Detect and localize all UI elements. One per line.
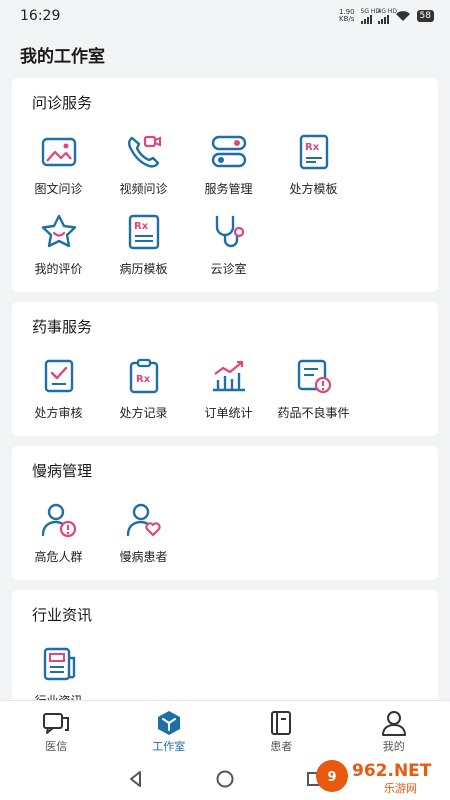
grid-item-cloud-clinic[interactable]: 云诊室 bbox=[186, 202, 271, 282]
chat-bubbles-icon bbox=[43, 713, 70, 734]
home-icon[interactable] bbox=[215, 769, 235, 789]
prescription-icon: Rx bbox=[299, 134, 328, 170]
document-warning-icon bbox=[297, 359, 331, 394]
status-icons: 1.90 KB/s 5G HD 4G HD 58 bbox=[338, 8, 434, 24]
grid-item-chronic-patients[interactable]: 慢病患者 bbox=[101, 490, 186, 570]
grid-item-rx-template[interactable]: Rx 处方模板 bbox=[271, 122, 356, 202]
tab-me[interactable]: 我的 bbox=[338, 701, 450, 758]
grid-item-record-template[interactable]: Rx 病历模板 bbox=[101, 202, 186, 282]
grid-item-industry-news[interactable]: 行业资讯 bbox=[16, 634, 101, 710]
grid-item-rx-records[interactable]: Rx 处方记录 bbox=[101, 346, 186, 426]
phone-video-icon bbox=[127, 135, 161, 168]
grid-item-high-risk[interactable]: 高危人群 bbox=[16, 490, 101, 570]
pharmacy-services-card: 药事服务 处方审核 Rx 处方记录 订单统计 药品不良事件 bbox=[12, 302, 438, 436]
checklist-icon bbox=[44, 359, 73, 393]
watermark-logo: 9 962.NET 乐游网 bbox=[314, 756, 444, 796]
clipboard-rx-icon: Rx bbox=[129, 358, 158, 394]
watermark-brand: 962.NET bbox=[352, 761, 432, 781]
grid-item-service-manage[interactable]: 服务管理 bbox=[186, 122, 271, 202]
battery-icon: 58 bbox=[416, 10, 434, 22]
toggle-switch-icon bbox=[211, 135, 246, 168]
back-icon[interactable] bbox=[127, 770, 145, 788]
grid-item-adverse-events[interactable]: 药品不良事件 bbox=[271, 346, 356, 426]
industry-news-card: 行业资讯 行业资讯 bbox=[12, 590, 438, 710]
bar-chart-icon bbox=[212, 360, 245, 392]
grid-item-rx-review[interactable]: 处方审核 bbox=[16, 346, 101, 426]
grid-item-order-stats[interactable]: 订单统计 bbox=[186, 346, 271, 426]
status-bar: 16:29 1.90 KB/s 5G HD 4G HD 58 bbox=[0, 0, 450, 32]
user-icon bbox=[381, 711, 406, 736]
chronic-care-card: 慢病管理 高危人群 慢病患者 bbox=[12, 446, 438, 580]
section-title-news: 行业资讯 bbox=[32, 606, 93, 624]
signal-5g-icon: 5G HD bbox=[360, 8, 380, 24]
watermark-sub: 乐游网 bbox=[384, 782, 417, 795]
bottom-tab-bar: 医信 工作室 患者 我的 bbox=[0, 700, 450, 758]
page-title: 我的工作室 bbox=[20, 47, 105, 67]
stethoscope-icon bbox=[215, 215, 244, 248]
image-text-consult-icon bbox=[41, 137, 76, 167]
signal-4g-icon: 4G HD bbox=[377, 8, 397, 24]
user-warning-icon bbox=[41, 503, 76, 538]
watermark-badge-icon: 9 962.NET 乐游网 bbox=[316, 760, 432, 795]
grid-item-video-consult[interactable]: 视频问诊 bbox=[101, 122, 186, 202]
svg-text:9: 9 bbox=[327, 770, 336, 785]
newspaper-icon bbox=[43, 647, 75, 681]
svg-text:Rx: Rx bbox=[305, 142, 320, 153]
tab-workspace[interactable]: 工作室 bbox=[113, 701, 226, 758]
medical-record-icon: Rx bbox=[128, 214, 159, 250]
tab-patients[interactable]: 患者 bbox=[225, 701, 338, 758]
svg-text:Rx: Rx bbox=[134, 221, 149, 232]
section-title-chronic: 慢病管理 bbox=[32, 462, 93, 480]
section-title-consult: 问诊服务 bbox=[32, 94, 93, 112]
network-speed: 1.90 KB/s bbox=[338, 8, 355, 23]
status-time: 16:29 bbox=[20, 8, 61, 24]
svg-text:Rx: Rx bbox=[136, 374, 151, 385]
notebook-icon bbox=[271, 711, 292, 735]
grid-item-text-consult[interactable]: 图文问诊 bbox=[16, 122, 101, 202]
section-title-pharmacy: 药事服务 bbox=[32, 318, 93, 336]
consult-services-card: 问诊服务 图文问诊 视频问诊 服务管理 Rx 处方模板 我的评价 Rx 病历模板… bbox=[12, 78, 438, 292]
tab-messages[interactable]: 医信 bbox=[0, 701, 113, 758]
grid-item-my-reviews[interactable]: 我的评价 bbox=[16, 202, 101, 282]
star-icon bbox=[41, 214, 76, 248]
cube-icon bbox=[157, 711, 180, 735]
user-heart-icon bbox=[126, 503, 161, 537]
